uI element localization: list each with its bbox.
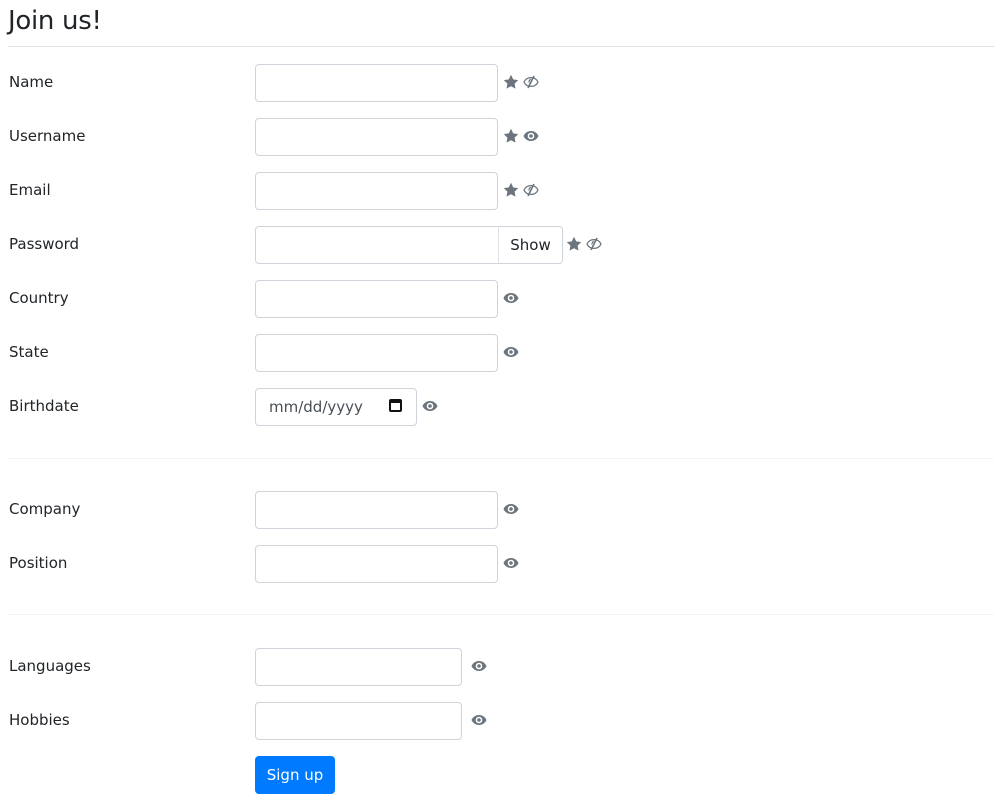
eye-icon[interactable] bbox=[471, 658, 487, 674]
name-input[interactable] bbox=[256, 65, 497, 101]
hobbies-input[interactable] bbox=[256, 703, 461, 739]
star-icon bbox=[503, 74, 519, 90]
eye-icon[interactable] bbox=[422, 398, 438, 414]
eye-icon[interactable] bbox=[503, 555, 519, 571]
state-label: State bbox=[9, 343, 49, 361]
calendar-icon[interactable] bbox=[389, 399, 402, 412]
section-divider bbox=[8, 458, 994, 459]
form-row-languages: Languages bbox=[0, 648, 1002, 686]
eye-icon[interactable] bbox=[503, 290, 519, 306]
form-row-username: Username bbox=[0, 118, 1002, 156]
password-input[interactable] bbox=[256, 227, 498, 263]
email-label: Email bbox=[9, 181, 51, 199]
company-label: Company bbox=[9, 500, 81, 518]
username-label: Username bbox=[9, 127, 86, 145]
form-row-password: Password Show bbox=[0, 226, 1002, 264]
eye-icon[interactable] bbox=[523, 128, 539, 144]
eye-slash-icon[interactable] bbox=[586, 236, 602, 252]
form-row-position: Position bbox=[0, 545, 1002, 583]
languages-input[interactable] bbox=[256, 649, 461, 685]
password-label: Password bbox=[9, 235, 80, 253]
company-field[interactable] bbox=[255, 491, 498, 529]
languages-label: Languages bbox=[9, 657, 91, 675]
section-divider bbox=[8, 614, 994, 615]
form-row-email: Email bbox=[0, 172, 1002, 210]
position-label: Position bbox=[9, 554, 68, 572]
birthdate-placeholder: mm/dd/yyyy bbox=[269, 398, 363, 416]
show-password-button[interactable]: Show bbox=[498, 226, 563, 264]
form-row-name: Name bbox=[0, 64, 1002, 102]
eye-icon[interactable] bbox=[471, 712, 487, 728]
sign-up-button[interactable]: Sign up bbox=[255, 756, 335, 794]
star-icon bbox=[503, 128, 519, 144]
eye-slash-icon[interactable] bbox=[523, 182, 539, 198]
eye-slash-icon[interactable] bbox=[523, 74, 539, 90]
eye-icon[interactable] bbox=[503, 344, 519, 360]
country-label: Country bbox=[9, 289, 69, 307]
username-field[interactable] bbox=[255, 118, 498, 156]
country-input[interactable] bbox=[256, 281, 497, 317]
hobbies-label: Hobbies bbox=[9, 711, 70, 729]
form-row-company: Company bbox=[0, 491, 1002, 529]
birthdate-field[interactable]: mm/dd/yyyy bbox=[255, 388, 417, 426]
form-row-state: State bbox=[0, 334, 1002, 372]
star-icon bbox=[566, 236, 582, 252]
eye-icon[interactable] bbox=[503, 501, 519, 517]
username-input[interactable] bbox=[256, 119, 497, 155]
page-title: Join us! bbox=[8, 6, 102, 36]
title-divider bbox=[8, 46, 994, 47]
hobbies-field[interactable] bbox=[255, 702, 462, 740]
password-field[interactable] bbox=[255, 226, 499, 264]
position-input[interactable] bbox=[256, 546, 497, 582]
state-input[interactable] bbox=[256, 335, 497, 371]
email-field[interactable] bbox=[255, 172, 498, 210]
form-row-birthdate: Birthdate mm/dd/yyyy bbox=[0, 388, 1002, 426]
name-field[interactable] bbox=[255, 64, 498, 102]
email-input[interactable] bbox=[256, 173, 497, 209]
position-field[interactable] bbox=[255, 545, 498, 583]
name-label: Name bbox=[9, 73, 54, 91]
country-field[interactable] bbox=[255, 280, 498, 318]
languages-field[interactable] bbox=[255, 648, 462, 686]
form-row-hobbies: Hobbies bbox=[0, 702, 1002, 740]
form-row-country: Country bbox=[0, 280, 1002, 318]
state-field[interactable] bbox=[255, 334, 498, 372]
company-input[interactable] bbox=[256, 492, 497, 528]
birthdate-label: Birthdate bbox=[9, 397, 79, 415]
star-icon bbox=[503, 182, 519, 198]
